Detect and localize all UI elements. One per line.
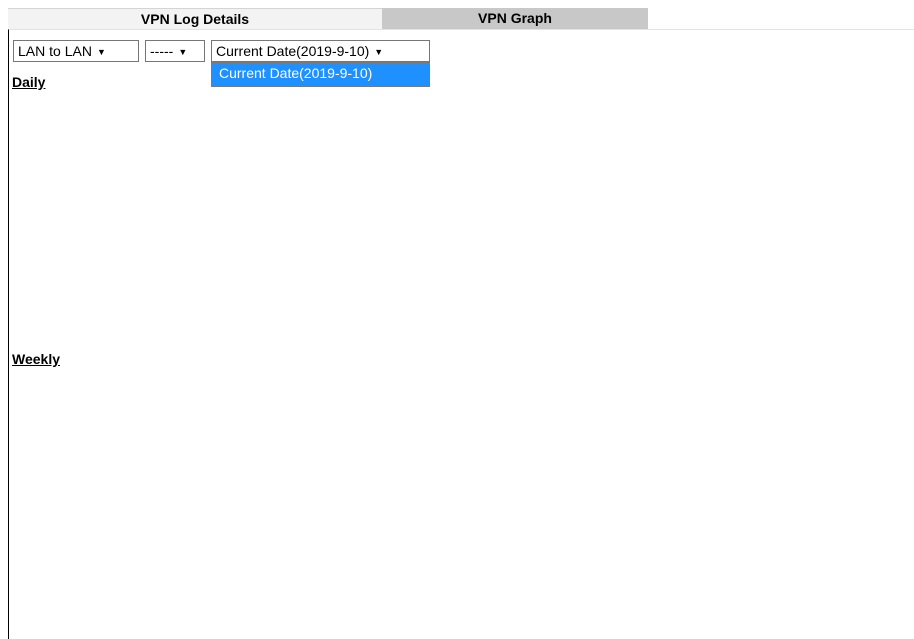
date-select[interactable]: Current Date(2019-9-10) ▼ [211,40,430,62]
date-option-current[interactable]: Current Date(2019-9-10) [212,63,429,86]
tab-bar: VPN Log Details VPN Graph [8,8,648,29]
connection-type-value: LAN to LAN [18,43,92,59]
log-content-panel [8,29,914,639]
connection-type-select[interactable]: LAN to LAN ▼ [13,40,139,62]
date-value: Current Date(2019-9-10) [216,43,370,59]
profile-select[interactable]: ----- ▼ [145,40,205,62]
triangle-down-icon: ▼ [374,47,384,57]
tab-vpn-log-details[interactable]: VPN Log Details [8,8,382,29]
date-dropdown-list: Current Date(2019-9-10) [211,62,430,87]
daily-section-title: Daily [12,74,46,90]
triangle-down-icon: ▼ [178,47,188,57]
weekly-section-title: Weekly [12,351,60,367]
tab-vpn-graph[interactable]: VPN Graph [382,8,648,29]
triangle-down-icon: ▼ [96,47,106,57]
profile-value: ----- [150,43,174,59]
